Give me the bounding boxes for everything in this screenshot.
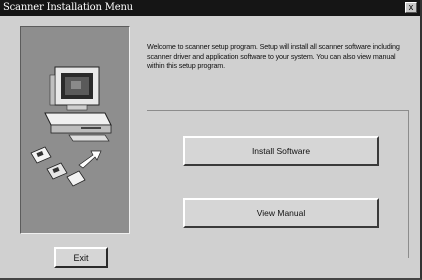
installer-window: Scanner Installation Menu x Welcome to s… xyxy=(0,0,422,280)
exit-button[interactable]: Exit xyxy=(54,247,108,268)
welcome-text: Welcome to scanner setup program. Setup … xyxy=(147,42,400,70)
close-button[interactable]: x xyxy=(405,2,417,13)
install-software-button[interactable]: Install Software xyxy=(183,136,379,166)
computer-with-disks-icon xyxy=(30,66,112,187)
title-bar[interactable]: Scanner Installation Menu x xyxy=(0,0,420,16)
illustration-panel xyxy=(20,26,130,234)
window-title: Scanner Installation Menu xyxy=(3,2,133,13)
actions-frame xyxy=(147,110,409,258)
view-manual-button[interactable]: View Manual xyxy=(183,198,379,228)
